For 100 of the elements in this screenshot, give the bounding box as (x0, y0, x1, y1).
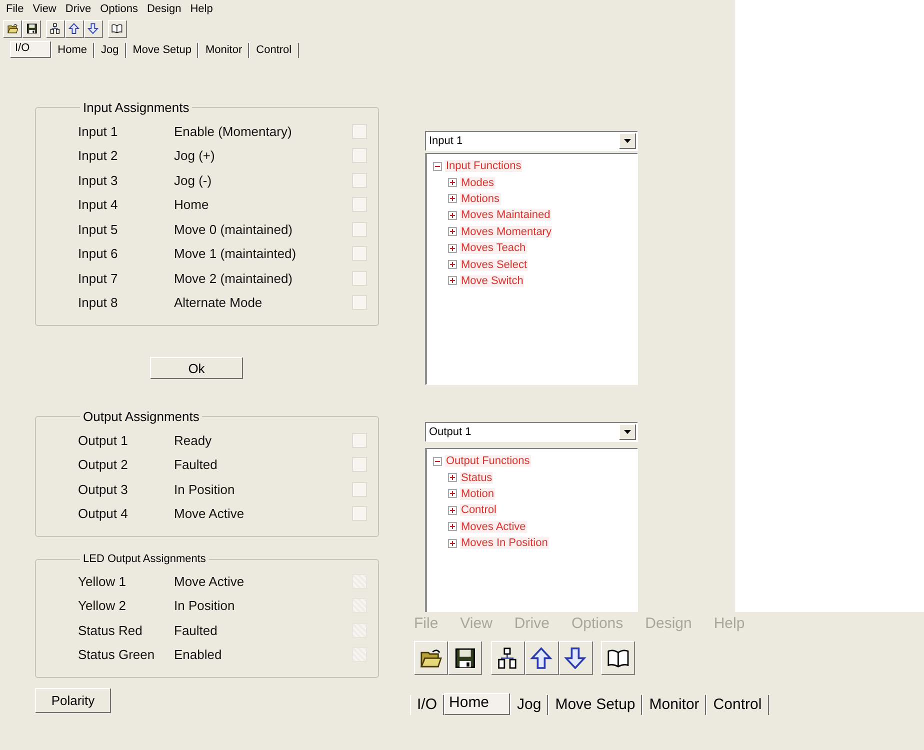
toolbar-button[interactable] (601, 641, 635, 675)
menu-item[interactable]: Help (190, 3, 213, 15)
down-arrow-icon (564, 646, 587, 670)
io-function: Enable (Momentary) (174, 124, 293, 139)
toolbar-button[interactable] (108, 20, 126, 38)
up-arrow-icon (530, 646, 553, 670)
checkbox[interactable] (352, 506, 367, 522)
menu-item[interactable]: Design (146, 3, 182, 15)
toolbar-button[interactable] (3, 20, 22, 38)
io-function: Move 0 (maintained) (174, 222, 294, 237)
toolbar-button[interactable] (46, 20, 65, 38)
toolbar-button[interactable] (490, 641, 524, 675)
io-name: Yellow 2 (78, 598, 127, 614)
tree-item[interactable]: Motion (460, 488, 496, 500)
io-function: Move Active (174, 574, 246, 589)
tree-item[interactable]: Modes (460, 176, 496, 189)
tree-item[interactable]: Motions (460, 192, 501, 205)
tree-item[interactable]: Moves Teach (460, 242, 527, 254)
toolbar-button[interactable] (22, 20, 41, 38)
toolbar-button[interactable] (64, 20, 84, 38)
expand-icon[interactable] (448, 489, 457, 498)
expand-icon[interactable] (448, 194, 457, 204)
tree-item[interactable]: Control (460, 504, 498, 516)
tree-item[interactable]: Status (460, 472, 494, 484)
checkbox[interactable] (352, 148, 367, 164)
io-name: Input 1 (78, 124, 119, 139)
tree-item[interactable]: Moves In Position (460, 537, 549, 550)
menu-item[interactable]: View (32, 3, 56, 15)
collapse-icon[interactable] (433, 162, 442, 171)
io-name: Output 2 (78, 457, 129, 472)
tree-item[interactable]: Move Switch (460, 274, 524, 287)
tree-item[interactable]: Moves Momentary (460, 226, 552, 238)
expand-icon[interactable] (448, 506, 457, 515)
tree-item[interactable]: Input Functions (445, 160, 522, 172)
checkbox[interactable] (352, 432, 367, 448)
checkbox[interactable] (352, 197, 367, 212)
toolbar-button[interactable] (84, 20, 103, 38)
io-name: Yellow 1 (78, 574, 127, 589)
io-name: Input 4 (78, 197, 119, 212)
down-arrow-icon (87, 23, 100, 35)
io-name: Output 4 (78, 506, 129, 522)
expand-icon[interactable] (448, 473, 457, 482)
toolbar-button[interactable] (558, 641, 592, 675)
tab[interactable]: Home (444, 693, 510, 715)
folder-icon (6, 23, 18, 35)
polarity-button[interactable]: Polarity (35, 688, 111, 713)
expand-icon[interactable] (448, 522, 457, 532)
io-name: Status Red (78, 622, 144, 638)
toolbar-button[interactable] (448, 641, 482, 675)
group-title: LED Output Assignments (82, 553, 207, 565)
checkbox[interactable] (352, 482, 367, 497)
dropdown-field[interactable]: Input 1 (425, 131, 638, 151)
io-function: Move 2 (maintained) (174, 270, 294, 286)
tab[interactable]: Move Setup (126, 42, 198, 58)
collapse-icon[interactable] (433, 456, 442, 466)
tree-item[interactable]: Moves Select (460, 258, 528, 271)
tab[interactable]: I/O (10, 40, 51, 58)
tree-item[interactable]: Output Functions (445, 455, 531, 468)
expand-icon[interactable] (448, 276, 457, 286)
expand-icon[interactable] (448, 244, 457, 253)
tree-item[interactable]: Moves Active (460, 520, 527, 533)
io-function: Jog (-) (174, 172, 213, 188)
io-name: Input 5 (78, 222, 119, 237)
checkbox[interactable] (352, 246, 367, 262)
save-icon (454, 646, 476, 670)
checkbox[interactable] (352, 124, 367, 139)
tab[interactable]: Move Setup (548, 695, 642, 715)
io-function: Jog (+) (174, 148, 216, 164)
io-function: Faulted (174, 622, 218, 638)
toolbar-button[interactable] (524, 641, 558, 675)
menu-item[interactable]: Options (100, 3, 138, 15)
expand-icon[interactable] (448, 260, 457, 270)
tab[interactable]: Control (249, 42, 299, 58)
tab[interactable]: Jog (94, 42, 126, 58)
expand-icon[interactable] (448, 227, 457, 236)
group-title: Input Assignments (82, 100, 190, 115)
menu-item[interactable]: Drive (65, 3, 92, 15)
tab[interactable]: Monitor (198, 42, 250, 58)
menu-item[interactable]: File (6, 3, 24, 15)
tab[interactable]: Monitor (642, 695, 706, 715)
dropdown-field[interactable]: Output 1 (425, 422, 638, 442)
toolbar-button[interactable] (414, 641, 448, 675)
checkbox[interactable] (352, 457, 367, 472)
expand-icon[interactable] (448, 538, 457, 548)
expand-icon[interactable] (448, 210, 457, 220)
checkbox[interactable] (352, 172, 367, 188)
io-function: Ready (174, 432, 213, 448)
checkbox[interactable] (352, 295, 367, 310)
io-name: Input 3 (78, 172, 119, 188)
expand-icon[interactable] (448, 178, 457, 188)
tree-item[interactable]: Moves Maintained (460, 209, 552, 222)
tab[interactable]: Jog (510, 695, 548, 715)
tab[interactable]: Control (706, 695, 769, 715)
book-icon (606, 646, 630, 670)
io-name: Output 1 (78, 432, 129, 448)
checkbox[interactable] (352, 270, 367, 286)
ok-button[interactable]: Ok (150, 357, 243, 379)
checkbox[interactable] (352, 222, 367, 237)
tab[interactable]: Home (50, 42, 94, 58)
io-name: Status Green (78, 647, 156, 662)
